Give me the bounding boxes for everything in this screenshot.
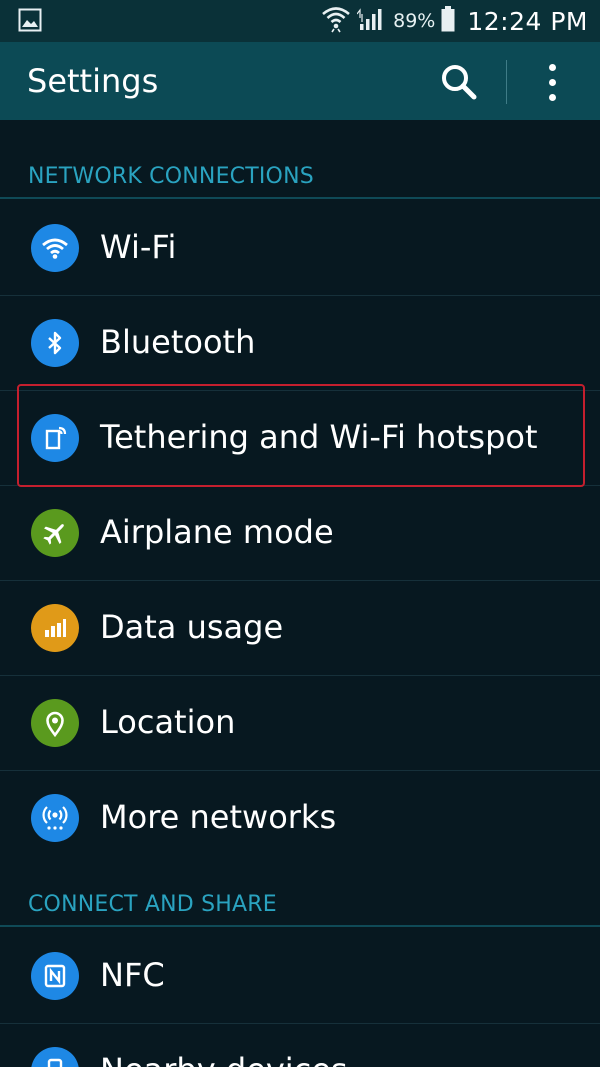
settings-item-bluetooth[interactable]: Bluetooth (0, 296, 600, 390)
bluetooth-icon (31, 319, 79, 367)
settings-list: NETWORK CONNECTIONS Wi-Fi Bluetooth Teth… (0, 120, 600, 1067)
section-header-connect-and-share: CONNECT AND SHARE (28, 892, 277, 917)
wifi-icon (31, 224, 79, 272)
cell-signal-icon (356, 6, 385, 36)
settings-item-nearby-devices[interactable]: Nearby devices (0, 1024, 600, 1067)
settings-item-label: Wi-Fi (100, 228, 177, 266)
data-usage-icon (31, 604, 79, 652)
overflow-menu-button[interactable] (536, 58, 570, 106)
settings-item-airplane-mode[interactable]: Airplane mode (0, 486, 600, 580)
settings-item-label: Airplane mode (100, 513, 334, 551)
status-right: 89% 12:24 PM (321, 0, 588, 42)
settings-item-label: Location (100, 703, 236, 741)
nearby-devices-icon (31, 1047, 79, 1067)
app-bar-divider (506, 60, 507, 104)
nfc-icon (31, 952, 79, 1000)
page-title: Settings (27, 62, 159, 100)
gallery-notification-icon (18, 8, 42, 32)
settings-item-location[interactable]: Location (0, 676, 600, 770)
settings-item-wifi[interactable]: Wi-Fi (0, 201, 600, 295)
settings-item-data-usage[interactable]: Data usage (0, 581, 600, 675)
settings-item-nfc[interactable]: NFC (0, 929, 600, 1023)
search-icon (442, 65, 477, 100)
settings-item-label: NFC (100, 956, 165, 994)
highlight-box (17, 384, 585, 487)
location-icon (31, 699, 79, 747)
wifi-signal-icon (321, 4, 351, 38)
search-button[interactable] (437, 60, 481, 104)
more-networks-icon (31, 794, 79, 842)
battery-percent: 89% (393, 10, 436, 32)
more-options-icon (549, 64, 556, 71)
battery-icon (441, 6, 455, 36)
section-divider (0, 925, 600, 927)
settings-item-label: Bluetooth (100, 323, 256, 361)
settings-item-label: More networks (100, 798, 337, 836)
section-divider (0, 197, 600, 199)
status-bar: 89% 12:24 PM (0, 0, 600, 42)
status-time: 12:24 PM (467, 6, 588, 36)
airplane-icon (31, 509, 79, 557)
settings-item-label: Data usage (100, 608, 284, 646)
section-header-network-connections: NETWORK CONNECTIONS (28, 164, 314, 189)
settings-item-more-networks[interactable]: More networks (0, 771, 600, 865)
settings-screen: 89% 12:24 PM Settings NETWORK CONNECTION… (0, 0, 600, 1067)
settings-item-label: Nearby devices (100, 1051, 348, 1067)
app-bar: Settings (0, 42, 600, 120)
